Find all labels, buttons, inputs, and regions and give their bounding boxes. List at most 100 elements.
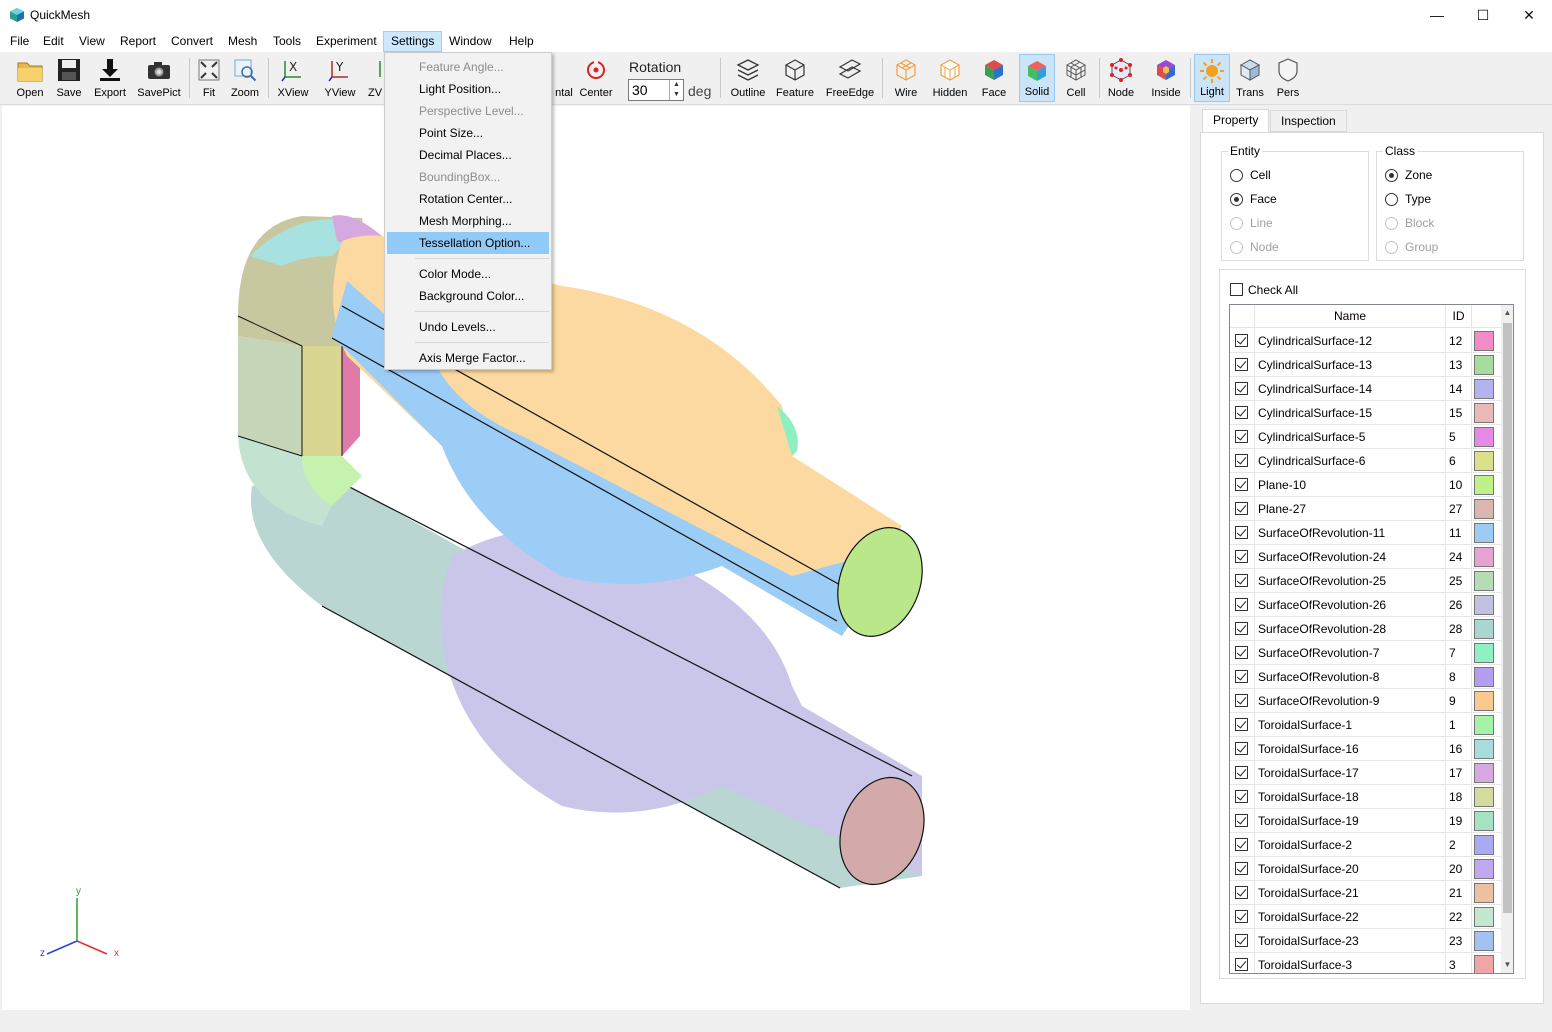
zoom-button[interactable]: Zoom [228, 54, 262, 102]
minimize-button[interactable]: — [1414, 0, 1460, 30]
row-color-swatch[interactable] [1474, 643, 1494, 663]
trans-button[interactable]: Trans [1232, 54, 1268, 102]
row-color-swatch[interactable] [1474, 475, 1494, 495]
table-row[interactable]: SurfaceOfRevolution-25 25 [1230, 569, 1501, 593]
table-row[interactable]: SurfaceOfRevolution-26 26 [1230, 593, 1501, 617]
row-color-swatch[interactable] [1474, 739, 1494, 759]
save-button[interactable]: Save [50, 54, 88, 102]
light-button[interactable]: Light [1194, 54, 1230, 102]
row-checkbox[interactable] [1235, 910, 1248, 923]
table-row[interactable]: SurfaceOfRevolution-7 7 [1230, 641, 1501, 665]
row-checkbox[interactable] [1235, 502, 1248, 515]
column-id-header[interactable]: ID [1446, 305, 1472, 328]
menu-help[interactable]: Help [502, 31, 541, 52]
row-checkbox[interactable] [1235, 814, 1248, 827]
close-button[interactable]: ✕ [1506, 0, 1552, 30]
zview-button[interactable]: ZV [366, 54, 384, 102]
row-checkbox[interactable] [1235, 886, 1248, 899]
menu-edit[interactable]: Edit [36, 31, 71, 52]
row-checkbox[interactable] [1235, 718, 1248, 731]
table-row[interactable]: ToroidalSurface-16 16 [1230, 737, 1501, 761]
table-row[interactable]: ToroidalSurface-21 21 [1230, 881, 1501, 905]
rotation-input[interactable]: 30 ▲ ▼ [628, 79, 684, 101]
row-color-swatch[interactable] [1474, 499, 1494, 519]
table-row[interactable]: CylindricalSurface-14 14 [1230, 377, 1501, 401]
row-checkbox[interactable] [1235, 694, 1248, 707]
row-checkbox[interactable] [1235, 646, 1248, 659]
row-checkbox[interactable] [1235, 670, 1248, 683]
row-color-swatch[interactable] [1474, 667, 1494, 687]
row-checkbox[interactable] [1235, 958, 1248, 971]
pers-button[interactable]: Pers [1270, 54, 1306, 102]
menu-view[interactable]: View [72, 31, 112, 52]
table-row[interactable]: SurfaceOfRevolution-11 11 [1230, 521, 1501, 545]
table-row[interactable]: CylindricalSurface-12 12 [1230, 329, 1501, 353]
xview-button[interactable]: X XView [273, 54, 313, 102]
row-checkbox[interactable] [1235, 382, 1248, 395]
center-button[interactable]: Center [576, 54, 616, 102]
row-color-swatch[interactable] [1474, 355, 1494, 375]
row-checkbox[interactable] [1235, 358, 1248, 371]
mesh-model[interactable] [2, 106, 1190, 1010]
table-row[interactable]: ToroidalSurface-17 17 [1230, 761, 1501, 785]
open-button[interactable]: Open [10, 54, 50, 102]
row-color-swatch[interactable] [1474, 715, 1494, 735]
row-checkbox[interactable] [1235, 934, 1248, 947]
fit-button[interactable]: Fit [193, 54, 225, 102]
row-color-swatch[interactable] [1474, 595, 1494, 615]
row-color-swatch[interactable] [1474, 427, 1494, 447]
menu-window[interactable]: Window [442, 31, 499, 52]
table-row[interactable]: ToroidalSurface-19 19 [1230, 809, 1501, 833]
table-row[interactable]: Plane-10 10 [1230, 473, 1501, 497]
tab-inspection[interactable]: Inspection [1270, 110, 1347, 132]
row-checkbox[interactable] [1235, 766, 1248, 779]
row-color-swatch[interactable] [1474, 931, 1494, 951]
entity-face-radio[interactable]: Face [1230, 190, 1277, 208]
menu-file[interactable]: File [3, 31, 36, 52]
face-button[interactable]: Face [974, 54, 1014, 102]
table-row[interactable]: CylindricalSurface-13 13 [1230, 353, 1501, 377]
export-button[interactable]: Export [90, 54, 130, 102]
row-checkbox[interactable] [1235, 430, 1248, 443]
menu-settings[interactable]: Settings [383, 31, 443, 52]
solid-button[interactable]: Solid [1019, 54, 1055, 102]
tab-property[interactable]: Property [1202, 109, 1270, 133]
menu-mesh-morphing[interactable]: Mesh Morphing... [387, 210, 549, 232]
menu-mesh[interactable]: Mesh [221, 31, 264, 52]
spin-down-icon[interactable]: ▼ [670, 90, 683, 100]
table-row[interactable]: CylindricalSurface-6 6 [1230, 449, 1501, 473]
row-color-swatch[interactable] [1474, 523, 1494, 543]
row-color-swatch[interactable] [1474, 787, 1494, 807]
row-checkbox[interactable] [1235, 862, 1248, 875]
row-checkbox[interactable] [1235, 838, 1248, 851]
row-color-swatch[interactable] [1474, 691, 1494, 711]
checkbox-icon[interactable] [1230, 283, 1243, 296]
menu-undo-levels[interactable]: Undo Levels... [387, 316, 549, 338]
menu-tools[interactable]: Tools [266, 31, 308, 52]
feature-button[interactable]: Feature [773, 54, 817, 102]
menu-axis-merge-factor[interactable]: Axis Merge Factor... [387, 347, 549, 369]
row-checkbox[interactable] [1235, 574, 1248, 587]
menu-background-color[interactable]: Background Color... [387, 285, 549, 307]
row-color-swatch[interactable] [1474, 571, 1494, 591]
table-row[interactable]: ToroidalSurface-1 1 [1230, 713, 1501, 737]
yview-button[interactable]: Y YView [320, 54, 360, 102]
wire-button[interactable]: Wire [886, 54, 926, 102]
cell-button[interactable]: Cell [1058, 54, 1094, 102]
freeedge-button[interactable]: FreeEdge [822, 54, 878, 102]
rotation-spinner[interactable]: ▲ ▼ [669, 80, 683, 100]
class-zone-radio[interactable]: Zone [1385, 166, 1432, 184]
table-row[interactable]: SurfaceOfRevolution-9 9 [1230, 689, 1501, 713]
row-color-swatch[interactable] [1474, 811, 1494, 831]
menu-point-size[interactable]: Point Size... [387, 122, 549, 144]
check-all-checkbox[interactable]: Check All [1230, 282, 1298, 298]
class-type-radio[interactable]: Type [1385, 190, 1431, 208]
row-color-swatch[interactable] [1474, 883, 1494, 903]
scroll-down-icon[interactable]: ▼ [1501, 957, 1513, 973]
row-checkbox[interactable] [1235, 598, 1248, 611]
menu-rotation-center[interactable]: Rotation Center... [387, 188, 549, 210]
table-row[interactable]: SurfaceOfRevolution-8 8 [1230, 665, 1501, 689]
row-checkbox[interactable] [1235, 742, 1248, 755]
menu-light-position[interactable]: Light Position... [387, 78, 549, 100]
row-color-swatch[interactable] [1474, 547, 1494, 567]
